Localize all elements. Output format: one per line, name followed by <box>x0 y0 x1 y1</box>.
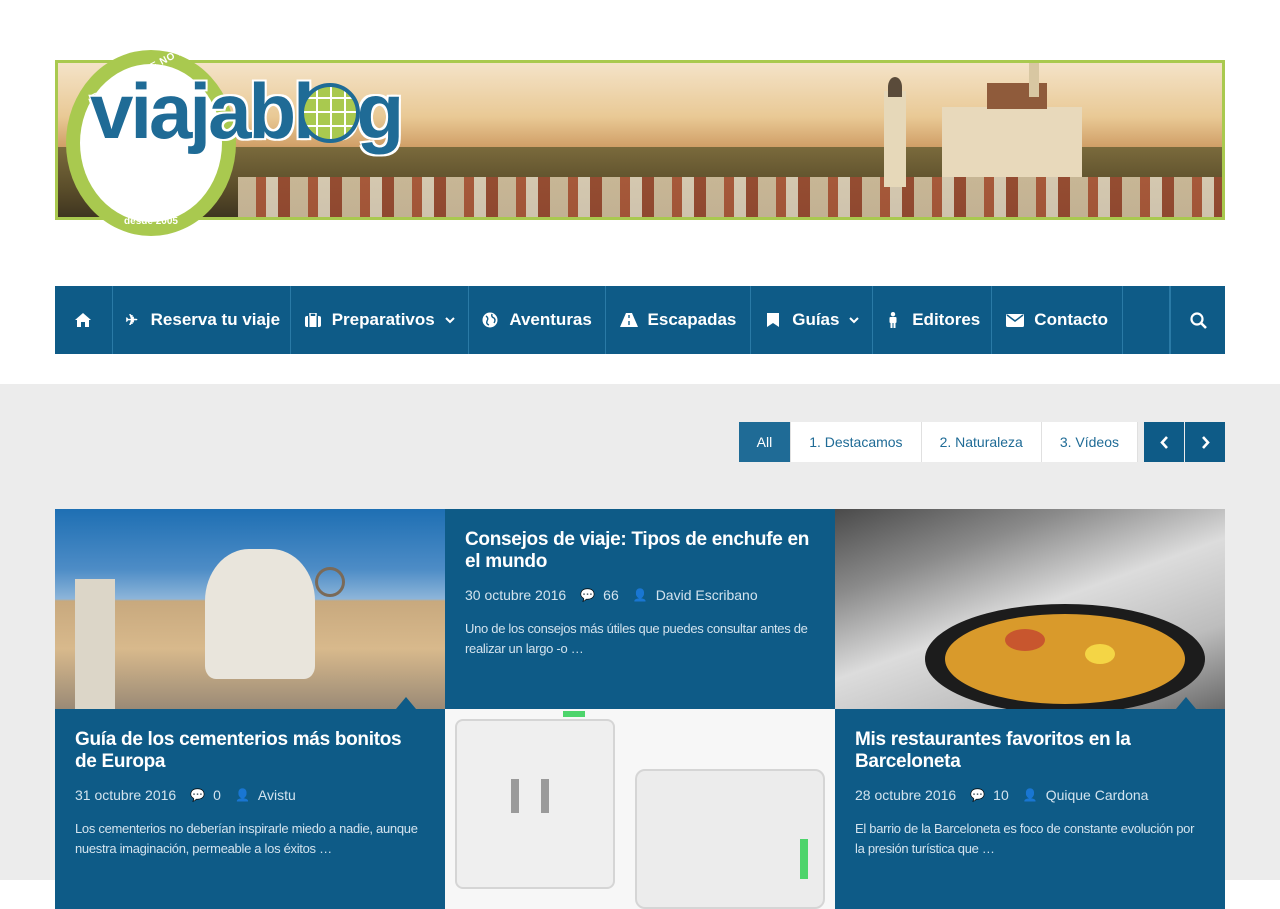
search-button[interactable] <box>1170 286 1225 354</box>
post-title[interactable]: Mis restaurantes favoritos en la Barcelo… <box>855 729 1205 773</box>
globe-icon <box>481 311 499 329</box>
nav-home[interactable] <box>55 286 113 354</box>
post-card-enchufe[interactable]: Consejos de viaje: Tipos de enchufe en e… <box>445 509 835 709</box>
filter-all[interactable]: All <box>738 422 792 462</box>
nav-spacer <box>1123 286 1171 354</box>
read-more-link[interactable]: … <box>982 841 995 856</box>
filter-destacamos[interactable]: 1. Destacamos <box>791 422 922 462</box>
chevron-down-icon <box>849 313 860 327</box>
post-excerpt: Los cementerios no deberían inspirarle m… <box>75 821 418 856</box>
nav-guias[interactable]: Guías <box>751 286 874 354</box>
post-image-barceloneta[interactable] <box>835 509 1225 709</box>
person-icon <box>884 311 902 329</box>
comments-icon: 💬 <box>580 588 596 602</box>
main-navigation: ✈ Reserva tu viaje Preparativos Aventura… <box>55 286 1225 354</box>
filter-naturaleza[interactable]: 2. Naturaleza <box>921 422 1042 462</box>
post-date: 30 octubre 2016 <box>465 587 567 603</box>
nav-escapadas-label: Escapadas <box>647 310 737 329</box>
envelope-icon <box>1006 311 1025 329</box>
read-more-link[interactable]: … <box>319 841 332 856</box>
post-author[interactable]: David Escribano <box>656 587 758 603</box>
card-pointer <box>1176 697 1196 709</box>
nav-contacto[interactable]: Contacto <box>992 286 1124 354</box>
card-pointer <box>396 697 416 709</box>
user-icon: 👤 <box>1022 788 1038 802</box>
nav-preparativos-label: Preparativos <box>331 310 435 329</box>
plane-icon: ✈ <box>125 312 138 329</box>
post-comments[interactable]: 10 <box>993 787 1009 803</box>
nav-reserva-label: Reserva tu viaje <box>150 310 281 329</box>
post-author[interactable]: Quique Cardona <box>1046 787 1149 803</box>
road-icon <box>619 311 638 329</box>
chevron-right-icon <box>1201 435 1210 449</box>
nav-preparativos[interactable]: Preparativos <box>291 286 469 354</box>
nav-aventuras-label: Aventuras <box>509 310 592 329</box>
user-icon: 👤 <box>632 588 648 602</box>
nav-contacto-label: Contacto <box>1034 310 1108 329</box>
post-author[interactable]: Avistu <box>258 787 296 803</box>
post-card-barceloneta[interactable]: Mis restaurantes favoritos en la Barcelo… <box>835 709 1225 909</box>
home-icon <box>75 313 92 327</box>
read-more-link[interactable]: … <box>571 641 584 656</box>
nav-reserva[interactable]: ✈ Reserva tu viaje <box>113 286 291 354</box>
category-filters: All 1. Destacamos 2. Naturaleza 3. Vídeo… <box>738 422 1225 462</box>
post-comments[interactable]: 0 <box>213 787 221 803</box>
user-icon: 👤 <box>234 788 250 802</box>
posts-grid: Consejos de viaje: Tipos de enchufe en e… <box>55 509 1225 909</box>
post-image-enchufe[interactable] <box>445 709 835 909</box>
filter-videos[interactable]: 3. Vídeos <box>1041 422 1138 462</box>
search-icon <box>1189 311 1207 329</box>
comments-icon: 💬 <box>970 788 986 802</box>
nav-escapadas[interactable]: Escapadas <box>606 286 752 354</box>
post-card-cementerios[interactable]: Guía de los cementerios más bonitos de E… <box>55 709 445 909</box>
post-date: 28 octubre 2016 <box>855 787 957 803</box>
prev-button[interactable] <box>1144 422 1184 462</box>
post-title[interactable]: Consejos de viaje: Tipos de enchufe en e… <box>465 529 815 573</box>
bookmark-icon <box>764 311 782 329</box>
nav-aventuras[interactable]: Aventuras <box>469 286 606 354</box>
comments-icon: 💬 <box>190 788 206 802</box>
post-date: 31 octubre 2016 <box>75 787 177 803</box>
logo-since: desde 2005 <box>124 216 178 227</box>
post-excerpt: Uno de los consejos más útiles que puede… <box>465 621 808 656</box>
nav-guias-label: Guías <box>792 310 840 329</box>
post-excerpt: El barrio de la Barceloneta es foco de c… <box>855 821 1195 856</box>
next-button[interactable] <box>1185 422 1225 462</box>
nav-editores-label: Editores <box>912 310 981 329</box>
globe-icon <box>300 83 360 143</box>
site-header: EL BLOG QUE NO PARA DE VIAJAR desde 2005… <box>0 0 1280 286</box>
post-title[interactable]: Guía de los cementerios más bonitos de E… <box>75 729 425 773</box>
post-image-cementerios[interactable] <box>55 509 445 709</box>
chevron-down-icon <box>445 313 455 327</box>
main-content: All 1. Destacamos 2. Naturaleza 3. Vídeo… <box>0 384 1280 909</box>
post-comments[interactable]: 66 <box>603 587 619 603</box>
suitcase-icon <box>304 311 322 329</box>
chevron-left-icon <box>1159 435 1168 449</box>
nav-editores[interactable]: Editores <box>873 286 993 354</box>
